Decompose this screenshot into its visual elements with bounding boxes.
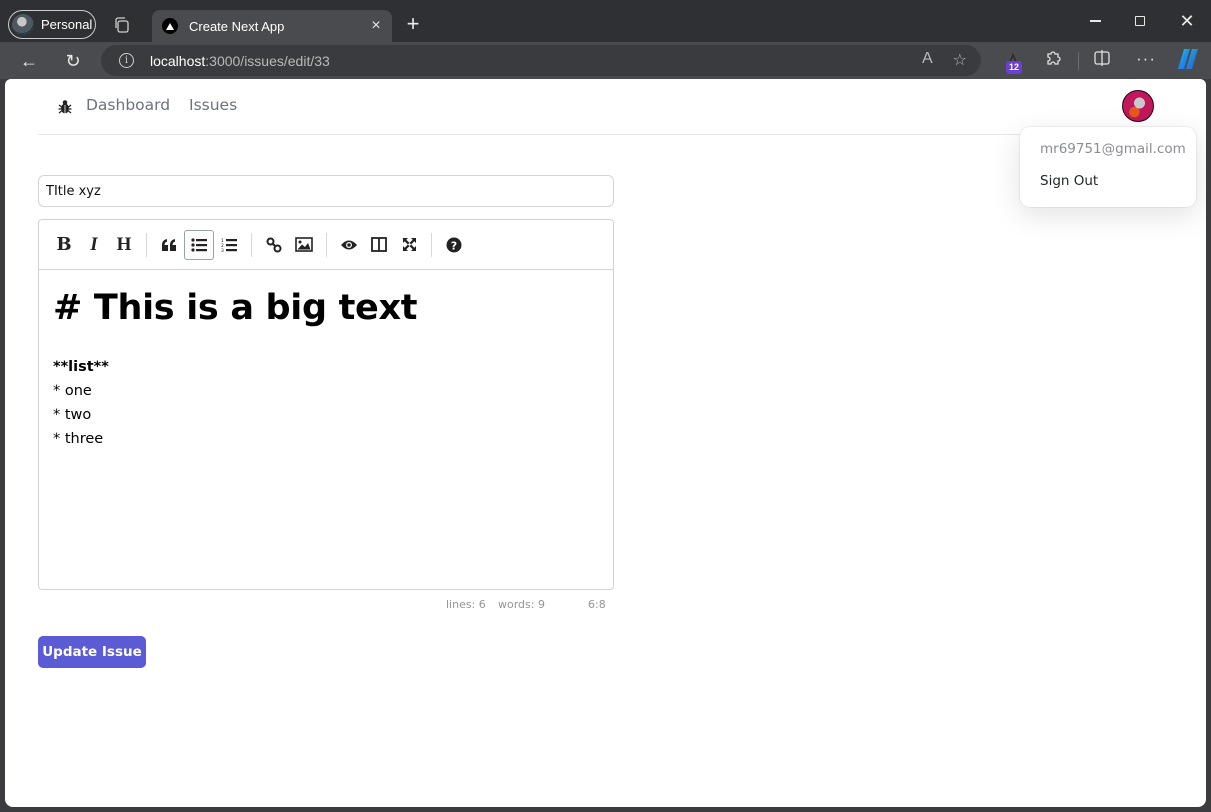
editor-list-item: * one — [53, 383, 92, 399]
ordered-list-button[interactable]: 123 — [214, 230, 244, 260]
cursor-position: 6:8 — [588, 598, 606, 611]
link-icon — [266, 237, 282, 252]
tab-title: Create Next App — [189, 18, 285, 34]
word-count: words: 9 — [498, 598, 545, 611]
app-navbar: Dashboard Issues — [38, 79, 1188, 135]
read-aloud-icon[interactable]: A — [922, 50, 933, 70]
editor-statusbar: lines: 6 words: 9 6:8 — [38, 598, 614, 614]
image-icon — [295, 237, 313, 252]
eye-icon — [341, 240, 357, 249]
toolbar-separator — [326, 232, 327, 257]
image-button[interactable] — [289, 230, 319, 260]
toolbar-divider — [1078, 52, 1079, 70]
toolbar-separator — [146, 232, 147, 257]
toolbar-separator — [251, 232, 252, 257]
favorite-star-icon[interactable]: ☆ — [953, 50, 967, 70]
minimize-button[interactable] — [1072, 8, 1118, 34]
extension-badge: 12 — [1006, 61, 1023, 74]
quote-icon — [162, 238, 176, 251]
nextjs-favicon-icon — [162, 18, 178, 34]
minimize-icon — [1089, 20, 1101, 22]
side-by-side-button[interactable] — [364, 230, 394, 260]
browser-toolbar: ← ↻ i localhost:3000/issues/edit/33 A ☆ — [0, 42, 1211, 79]
expand-icon — [402, 238, 416, 251]
editor-bold-line: **list** — [53, 359, 109, 375]
editor-list-item: * two — [53, 407, 92, 423]
close-window-button[interactable]: ✕ — [1164, 8, 1210, 34]
new-tab-button[interactable]: + — [400, 12, 426, 38]
italic-button[interactable]: I — [79, 230, 109, 260]
markdown-editor: B I H 123 ? # This is a big text **list*… — [38, 219, 614, 590]
reload-button[interactable]: ↻ — [59, 48, 87, 74]
svg-text:?: ? — [451, 239, 457, 252]
fullscreen-button[interactable] — [394, 230, 424, 260]
editor-toolbar: B I H 123 ? — [39, 220, 613, 270]
nav-link-dashboard[interactable]: Dashboard — [86, 96, 170, 114]
bold-button[interactable]: B — [49, 230, 79, 260]
editor-list-item: * three — [53, 431, 104, 447]
browser-titlebar: Personal Create Next App × + ✕ — [0, 0, 1211, 42]
toolbar-separator — [431, 232, 432, 257]
url-host: localhost — [150, 52, 206, 69]
quote-button[interactable] — [154, 230, 184, 260]
maximize-icon — [1135, 16, 1145, 27]
profile-avatar — [12, 13, 34, 36]
close-tab-icon[interactable]: × — [364, 17, 388, 35]
line-count: lines: 6 — [446, 598, 486, 611]
user-email: mr69751@gmail.com — [1040, 141, 1186, 157]
profile-label: Personal — [41, 17, 93, 32]
user-avatar[interactable] — [1122, 90, 1154, 122]
address-bar[interactable]: i localhost:3000/issues/edit/33 A ☆ — [101, 45, 981, 76]
site-info-icon[interactable]: i — [119, 53, 134, 68]
editor-textarea[interactable]: # This is a big text **list** * one * tw… — [39, 270, 613, 464]
extensions-puzzle-icon[interactable] — [1040, 49, 1066, 73]
user-dropdown-menu: mr69751@gmail.com Sign Out — [1020, 127, 1196, 207]
collections-icon[interactable] — [112, 15, 132, 35]
numbered-list-icon: 123 — [221, 238, 237, 252]
profile-button[interactable]: Personal — [8, 10, 96, 39]
editor-heading-line: # This is a big text — [53, 288, 418, 328]
bug-logo-icon[interactable] — [58, 99, 72, 115]
browser-tab[interactable]: Create Next App × — [152, 10, 392, 42]
unordered-list-button[interactable] — [184, 229, 214, 260]
columns-icon — [371, 237, 387, 252]
url-path: :3000/issues/edit/33 — [205, 52, 330, 69]
maximize-button[interactable] — [1117, 8, 1163, 34]
svg-text:3: 3 — [221, 248, 224, 252]
preview-button[interactable] — [334, 230, 364, 260]
bullet-list-icon — [191, 237, 207, 252]
sign-out-menu-item[interactable]: Sign Out — [1040, 173, 1176, 189]
markdown-guide-button[interactable]: ? — [439, 230, 469, 260]
page-viewport: Dashboard Issues mr69751@gmail.com Sign … — [5, 79, 1206, 807]
split-screen-icon[interactable] — [1089, 49, 1115, 73]
copilot-icon[interactable] — [1176, 47, 1200, 71]
update-issue-button[interactable]: Update Issue — [38, 636, 146, 668]
help-icon: ? — [446, 237, 462, 252]
heading-button[interactable]: H — [109, 230, 139, 260]
link-button[interactable] — [259, 230, 289, 260]
issue-title-input[interactable] — [38, 175, 614, 207]
nav-link-issues[interactable]: Issues — [189, 96, 237, 114]
more-options-icon[interactable]: ··· — [1132, 47, 1160, 71]
back-button[interactable]: ← — [15, 48, 43, 74]
